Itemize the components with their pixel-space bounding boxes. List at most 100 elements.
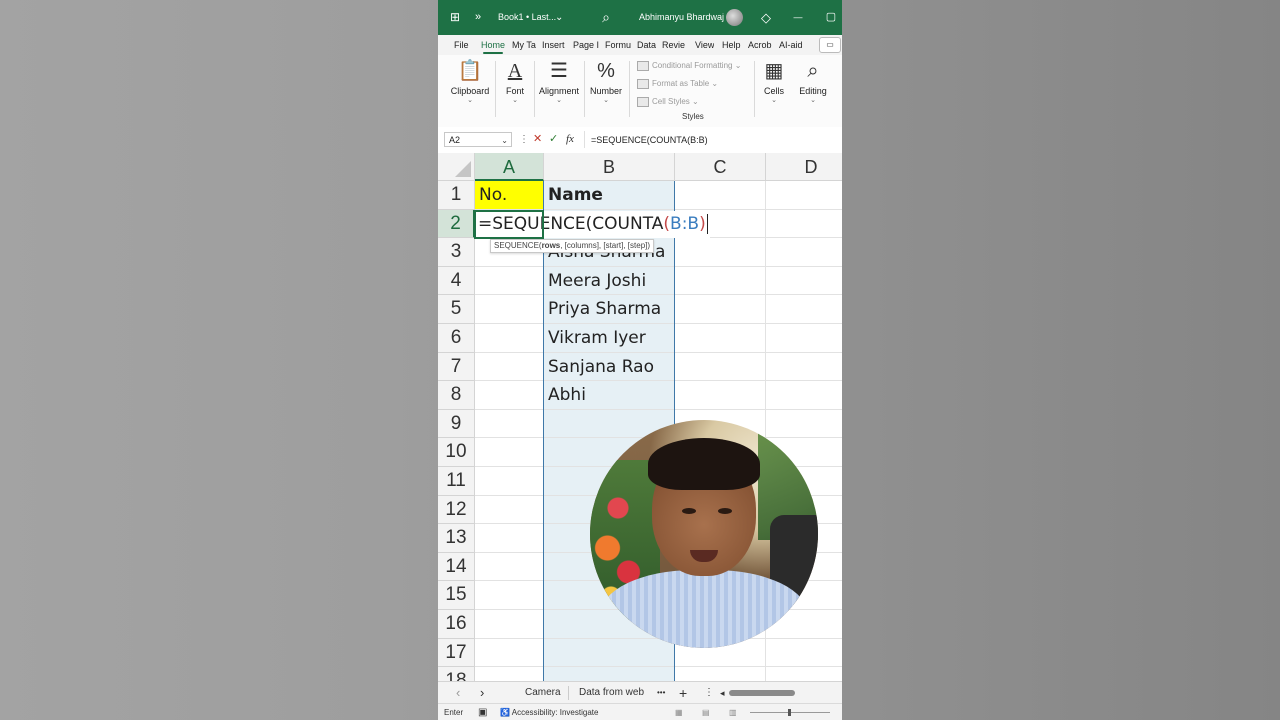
row-header-16[interactable]: 16: [438, 610, 475, 639]
diamond-icon[interactable]: ◇: [758, 0, 774, 35]
row-header-18[interactable]: 18: [438, 667, 475, 681]
cell-b5[interactable]: Priya Sharma: [544, 295, 675, 324]
prev-sheet-button[interactable]: ‹: [456, 682, 460, 704]
add-sheet-button[interactable]: +: [679, 682, 687, 704]
cancel-icon[interactable]: ✕: [533, 132, 542, 147]
row-header-7[interactable]: 7: [438, 352, 475, 382]
column-header-d[interactable]: D: [766, 153, 842, 181]
column-header-a[interactable]: A: [475, 153, 544, 181]
row-header-11[interactable]: 11: [438, 467, 475, 496]
tab-acrobat[interactable]: Acrob: [748, 35, 775, 55]
conditional-formatting-button[interactable]: Conditional Formatting ⌄: [637, 59, 741, 73]
cell-b1[interactable]: Name: [544, 181, 675, 210]
sheet-tab-camera[interactable]: Camera: [525, 682, 561, 704]
editing-group-button[interactable]: ⌕ Editing ⌄: [796, 58, 830, 104]
cell-d4[interactable]: [766, 267, 842, 296]
quick-access-overflow-button[interactable]: »: [472, 0, 484, 35]
cell-a9[interactable]: [475, 409, 544, 439]
tab-ai-aided[interactable]: AI-aid: [779, 35, 807, 55]
scroll-left-icon[interactable]: ◂: [720, 682, 725, 704]
tab-page-layout[interactable]: Page I: [573, 35, 600, 55]
in-cell-editor[interactable]: =SEQUENCE(COUNTA(B:B): [478, 211, 710, 238]
cell-a10[interactable]: [475, 438, 544, 467]
column-header-b[interactable]: B: [544, 153, 675, 181]
tab-review[interactable]: Revie: [662, 35, 688, 55]
cell-a15[interactable]: [475, 581, 544, 610]
cell-a4[interactable]: [475, 266, 544, 296]
page-layout-view-icon[interactable]: ▤: [702, 704, 710, 720]
insert-function-icon[interactable]: fx: [566, 132, 574, 147]
more-sheets-button[interactable]: •••: [657, 682, 665, 704]
row-header-2[interactable]: 2: [438, 209, 475, 239]
select-all-button[interactable]: [438, 153, 475, 181]
cell-styles-button[interactable]: Cell Styles ⌄: [637, 95, 699, 109]
page-break-view-icon[interactable]: ▥: [729, 704, 737, 720]
cell-d1[interactable]: [766, 181, 842, 210]
cell-b6[interactable]: Vikram Iyer: [544, 324, 675, 353]
row-header-1[interactable]: 1: [438, 181, 475, 210]
cell-d6[interactable]: [766, 324, 842, 353]
row-header-3[interactable]: 3: [438, 238, 475, 267]
cell-a7[interactable]: [475, 352, 544, 382]
sheet-options-button[interactable]: ⋮: [704, 682, 714, 704]
horizontal-scrollbar[interactable]: [729, 690, 795, 696]
row-header-9[interactable]: 9: [438, 409, 475, 439]
tab-file[interactable]: File: [454, 35, 469, 55]
tab-formulas[interactable]: Formu: [605, 35, 631, 55]
cell-a6[interactable]: [475, 324, 544, 353]
row-header-15[interactable]: 15: [438, 581, 475, 610]
name-box[interactable]: A2 ⌄: [444, 132, 512, 147]
cell-c7[interactable]: [675, 352, 766, 382]
cell-d18[interactable]: [766, 667, 842, 681]
cell-a12[interactable]: [475, 495, 544, 525]
cell-b18[interactable]: [544, 667, 675, 681]
accessibility-button[interactable]: ♿ Accessibility: Investigate: [500, 704, 598, 720]
tab-help[interactable]: Help: [722, 35, 741, 55]
cells-group-button[interactable]: ▦ Cells ⌄: [759, 58, 789, 104]
row-header-8[interactable]: 8: [438, 381, 475, 410]
chevron-down-icon[interactable]: ⌄: [555, 0, 563, 35]
maximize-button[interactable]: ▢: [824, 0, 838, 35]
cell-c18[interactable]: [675, 667, 766, 681]
cell-b8[interactable]: Abhi: [544, 381, 675, 410]
next-sheet-button[interactable]: ›: [480, 682, 484, 704]
row-header-6[interactable]: 6: [438, 324, 475, 353]
cell-d3[interactable]: [766, 238, 842, 267]
row-header-13[interactable]: 13: [438, 524, 475, 553]
clipboard-group-button[interactable]: 📋 Clipboard ⌄: [450, 58, 490, 104]
zoom-slider-handle[interactable]: [788, 709, 791, 716]
tab-home[interactable]: Home: [481, 35, 505, 55]
cell-d2[interactable]: [766, 210, 842, 239]
user-name[interactable]: Abhimanyu Bhardwaj: [639, 0, 724, 35]
chevron-down-icon[interactable]: ⌄: [501, 133, 508, 148]
tab-view[interactable]: View: [695, 35, 714, 55]
cell-a13[interactable]: [475, 524, 544, 553]
comments-icon[interactable]: ▭: [819, 37, 841, 53]
column-header-c[interactable]: C: [675, 153, 766, 181]
minimize-button[interactable]: —: [790, 0, 806, 35]
function-tooltip[interactable]: SEQUENCE(rows, [columns], [start], [step…: [490, 239, 655, 253]
font-group-button[interactable]: A Font ⌄: [500, 58, 530, 104]
format-as-table-button[interactable]: Format as Table ⌄: [637, 77, 718, 91]
cell-a18[interactable]: [475, 667, 544, 681]
cell-a16[interactable]: [475, 610, 544, 639]
cell-a1[interactable]: No.: [475, 181, 544, 210]
cell-d5[interactable]: [766, 295, 842, 324]
cell-a5[interactable]: [475, 295, 544, 324]
normal-view-icon[interactable]: ▦: [675, 704, 683, 720]
row-header-5[interactable]: 5: [438, 295, 475, 324]
cell-d7[interactable]: [766, 353, 842, 382]
row-header-17[interactable]: 17: [438, 638, 475, 668]
cell-c1[interactable]: [675, 181, 766, 210]
tab-data[interactable]: Data: [637, 35, 656, 55]
macro-record-icon[interactable]: ▣: [478, 704, 487, 720]
cell-a17[interactable]: [475, 638, 544, 668]
cell-c3[interactable]: [675, 238, 766, 267]
cell-d8[interactable]: [766, 381, 842, 410]
tab-my-tab[interactable]: My Ta: [512, 35, 538, 55]
cell-c5[interactable]: [675, 295, 766, 324]
formula-input[interactable]: [584, 131, 842, 148]
cell-b4[interactable]: Meera Joshi: [544, 266, 675, 296]
enter-check-icon[interactable]: ✓: [549, 132, 558, 147]
row-header-12[interactable]: 12: [438, 495, 475, 525]
